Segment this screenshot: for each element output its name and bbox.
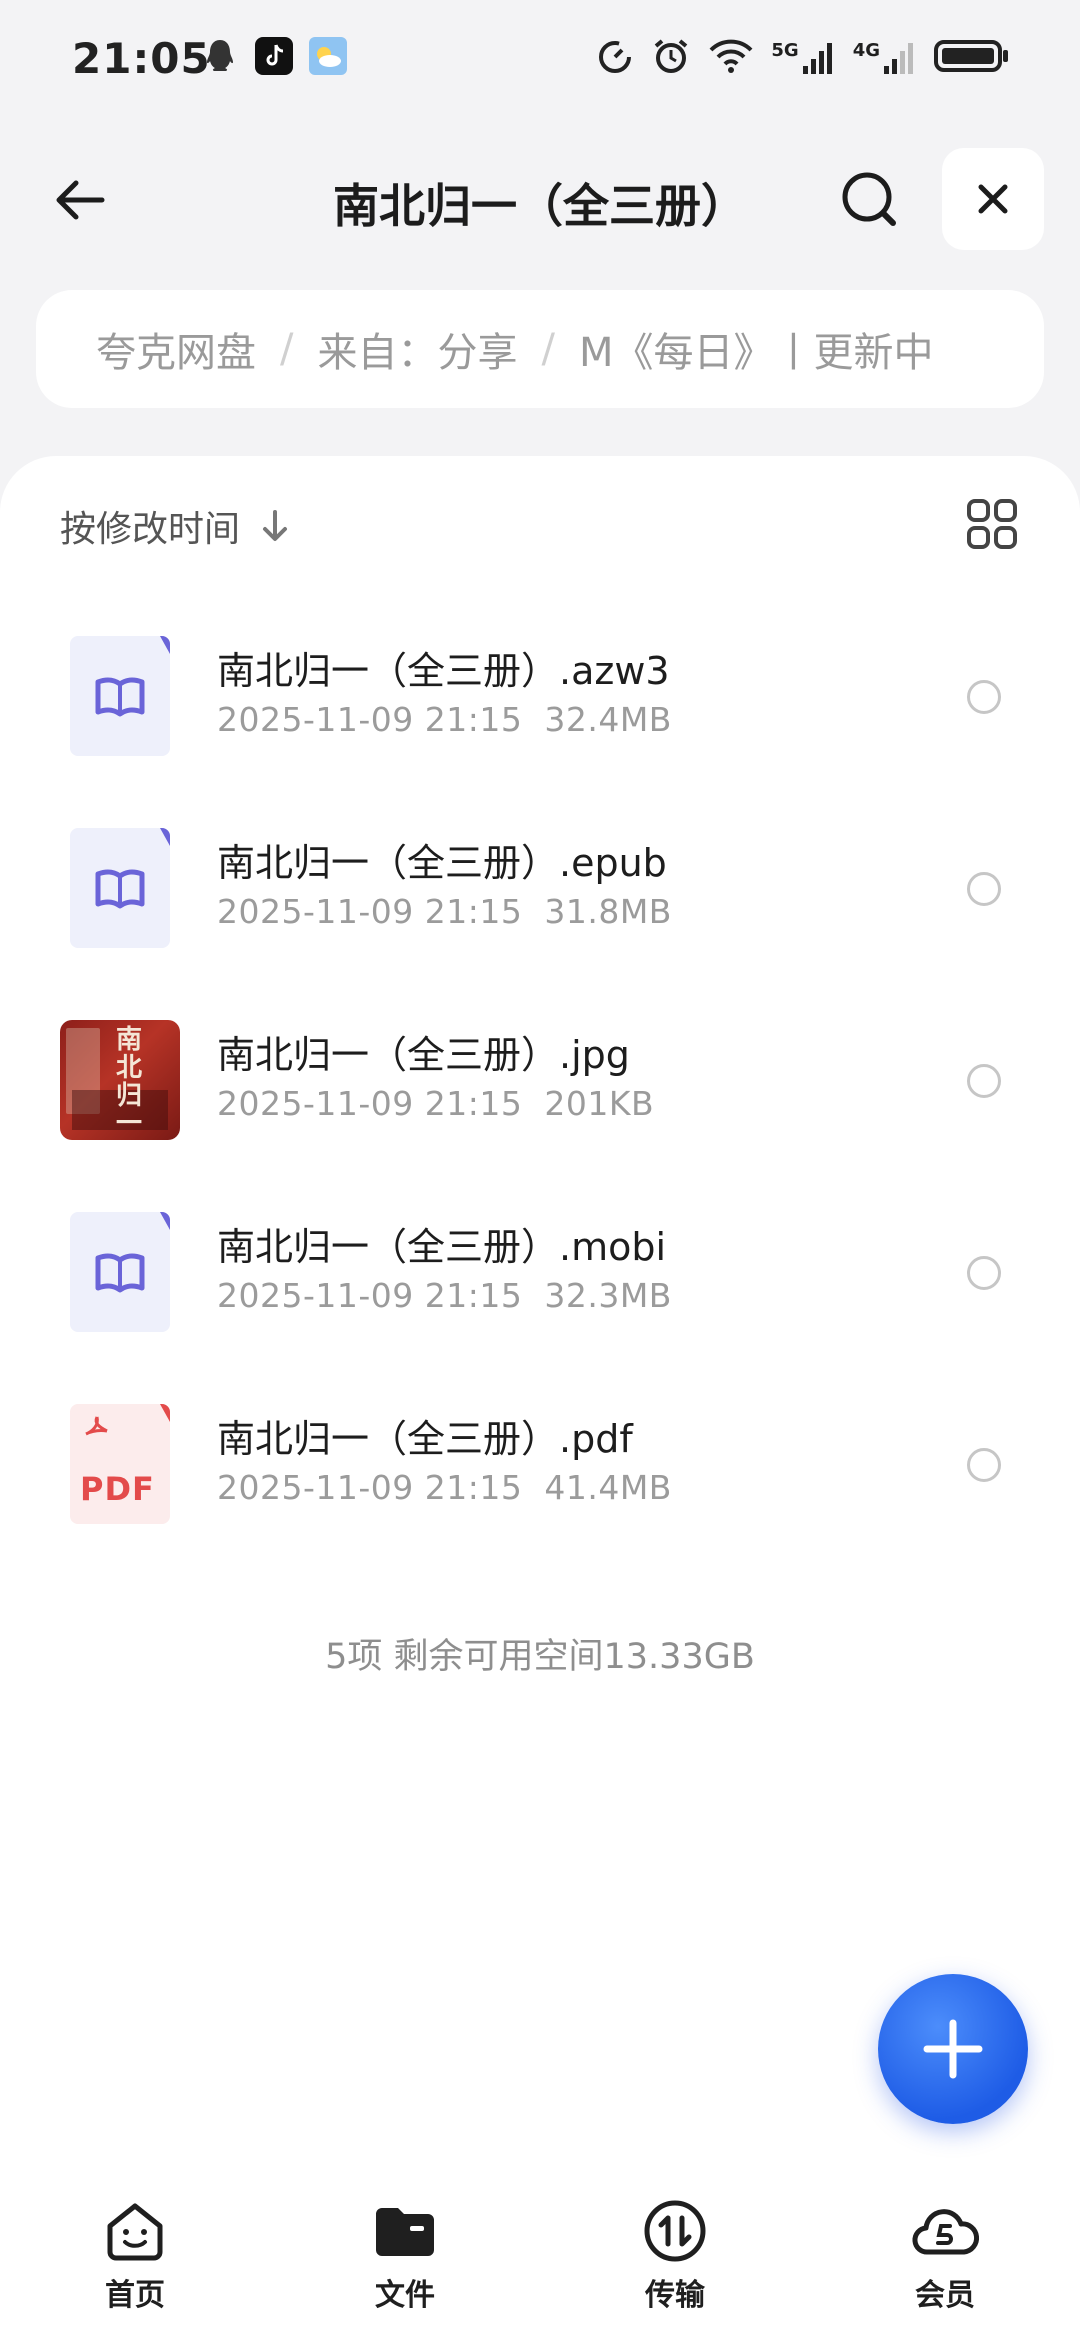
file-row[interactable]: 南北归一 南北归一（全三册）.jpg 2025-11-09 21:15 201K… — [0, 990, 1080, 1182]
nav-label-member: 会员 — [915, 2278, 975, 2313]
grid-view-icon — [967, 499, 1017, 549]
speed-meter-icon — [595, 36, 635, 80]
nav-item-files[interactable]: 文件 — [270, 2190, 540, 2340]
file-name: 南北归一（全三册）.azw3 — [217, 649, 670, 693]
status-time: 21:05 — [72, 34, 211, 83]
nav-label-home: 首页 — [105, 2278, 165, 2313]
page-title: 南北归一（全三册） — [333, 179, 747, 233]
status-notification-icons — [200, 36, 348, 76]
plus-icon — [923, 2019, 983, 2079]
close-icon — [978, 184, 1008, 214]
nav-label-transfer: 传输 — [645, 2278, 705, 2313]
net-type-5g: 5G — [771, 40, 799, 61]
select-radio[interactable] — [967, 680, 1001, 714]
cover-title: 南北归一 — [116, 1025, 143, 1139]
breadcrumb-item-root[interactable]: 夸克网盘 — [96, 320, 256, 378]
select-radio[interactable] — [967, 1256, 1001, 1290]
alarm-icon — [651, 36, 691, 80]
home-face-icon — [107, 2203, 163, 2261]
arrow-left-icon — [56, 180, 105, 220]
file-row[interactable]: 南北归一（全三册）.mobi 2025-11-09 21:15 32.3MB — [0, 1182, 1080, 1374]
wifi-icon — [707, 36, 755, 80]
breadcrumb-item-folder[interactable]: M《每日》丨更新中 — [579, 320, 934, 378]
file-size: 201KB — [544, 1084, 655, 1123]
sort-button[interactable]: 按修改时间 — [60, 500, 290, 552]
file-row[interactable]: PDF 南北归一（全三册）.pdf 2025-11-09 21:15 41.4M… — [0, 1374, 1080, 1566]
file-date: 2025-11-09 21:15 — [217, 1084, 523, 1123]
battery-icon — [934, 36, 1010, 80]
select-radio[interactable] — [967, 872, 1001, 906]
file-name: 南北归一（全三册）.epub — [217, 841, 667, 885]
file-name: 南北归一（全三册）.jpg — [217, 1033, 630, 1077]
bottom-navigation: 首页 文件 传输 会员 — [0, 2190, 1080, 2340]
sort-label: 按修改时间 — [60, 509, 241, 550]
storage-summary: 5项 剩余可用空间13.33GB — [325, 1637, 755, 1677]
grid-view-toggle[interactable] — [964, 496, 1020, 552]
file-meta: 2025-11-09 21:15 201KB — [217, 1084, 654, 1123]
search-icon — [842, 172, 896, 226]
status-indicators: 5G 4G — [595, 36, 1010, 80]
nav-item-member[interactable]: 会员 — [810, 2190, 1080, 2340]
weather-icon — [308, 36, 348, 76]
file-list: 南北归一（全三册）.azw3 2025-11-09 21:15 32.4MB 南… — [0, 606, 1080, 1566]
qq-icon — [200, 36, 240, 76]
breadcrumb-separator: / — [280, 326, 294, 372]
file-date: 2025-11-09 21:15 — [217, 1468, 523, 1507]
ebook-icon — [70, 636, 170, 756]
pdf-icon: PDF — [70, 1404, 170, 1524]
tiktok-icon — [254, 36, 294, 76]
file-row[interactable]: 南北归一（全三册）.azw3 2025-11-09 21:15 32.4MB — [0, 606, 1080, 798]
file-size: 32.4MB — [544, 700, 672, 739]
folder-icon — [376, 2208, 434, 2256]
file-size: 41.4MB — [544, 1468, 672, 1507]
breadcrumb-item-share[interactable]: 来自：分享 — [317, 320, 517, 378]
file-date: 2025-11-09 21:15 — [217, 700, 523, 739]
add-button[interactable] — [878, 1974, 1028, 2124]
select-radio[interactable] — [967, 1064, 1001, 1098]
file-thumbnail — [60, 1212, 180, 1332]
file-panel: 按修改时间 南北归一（全三册）.azw3 2025-11-09 21:15 32… — [0, 456, 1080, 2340]
arrow-down-icon — [263, 510, 288, 541]
select-radio[interactable] — [967, 1448, 1001, 1482]
top-bar: 南北归一（全三册） — [0, 140, 1080, 260]
net-type-4g: 4G — [852, 40, 880, 61]
file-meta: 2025-11-09 21:15 32.4MB — [217, 700, 672, 739]
file-date: 2025-11-09 21:15 — [217, 892, 523, 931]
nav-label-files: 文件 — [375, 2278, 435, 2313]
back-button[interactable] — [44, 164, 116, 236]
member-cloud-icon — [912, 2209, 980, 2255]
close-button[interactable] — [942, 148, 1044, 250]
breadcrumb: 夸克网盘 / 来自：分享 / M《每日》丨更新中 — [36, 290, 1044, 408]
file-size: 31.8MB — [544, 892, 672, 931]
file-name: 南北归一（全三册）.mobi — [217, 1225, 667, 1269]
ebook-icon — [70, 828, 170, 948]
nav-item-transfer[interactable]: 传输 — [540, 2190, 810, 2340]
file-row[interactable]: 南北归一（全三册）.epub 2025-11-09 21:15 31.8MB — [0, 798, 1080, 990]
file-meta: 2025-11-09 21:15 41.4MB — [217, 1468, 672, 1507]
ebook-icon — [70, 1212, 170, 1332]
signal-5g-icon: 5G — [771, 40, 836, 76]
file-thumbnail — [60, 828, 180, 948]
file-name: 南北归一（全三册）.pdf — [217, 1417, 633, 1461]
file-meta: 2025-11-09 21:15 31.8MB — [217, 892, 672, 931]
transfer-icon — [644, 2200, 706, 2262]
file-thumbnail: PDF — [60, 1404, 180, 1524]
image-thumbnail: 南北归一 — [60, 1020, 180, 1140]
status-bar: 21:05 5G 4G — [0, 0, 1080, 120]
file-size: 32.3MB — [544, 1276, 672, 1315]
pdf-badge-text: PDF — [80, 1470, 155, 1508]
signal-4g-icon: 4G — [853, 40, 918, 76]
file-meta: 2025-11-09 21:15 32.3MB — [217, 1276, 672, 1315]
search-button[interactable] — [834, 164, 906, 236]
file-thumbnail — [60, 636, 180, 756]
breadcrumb-separator: / — [541, 326, 555, 372]
nav-item-home[interactable]: 首页 — [0, 2190, 270, 2340]
file-date: 2025-11-09 21:15 — [217, 1276, 523, 1315]
